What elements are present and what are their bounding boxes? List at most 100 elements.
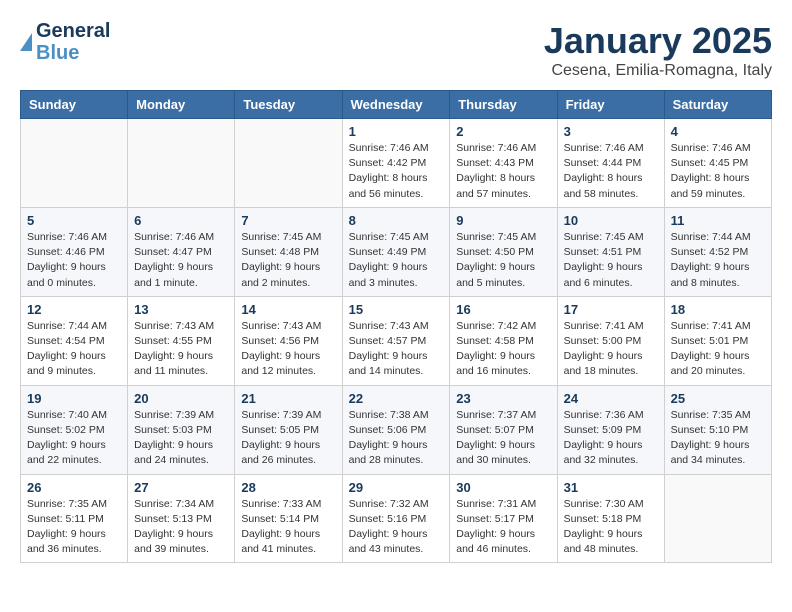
day-info: Sunrise: 7:43 AM Sunset: 4:57 PM Dayligh…	[349, 319, 444, 380]
day-number: 21	[241, 391, 335, 406]
day-info: Sunrise: 7:36 AM Sunset: 5:09 PM Dayligh…	[564, 408, 658, 469]
day-number: 15	[349, 302, 444, 317]
day-info: Sunrise: 7:35 AM Sunset: 5:11 PM Dayligh…	[27, 497, 121, 558]
day-number: 2	[456, 124, 550, 139]
calendar-cell: 4 Sunrise: 7:46 AM Sunset: 4:45 PM Daylig…	[664, 119, 771, 208]
day-info: Sunrise: 7:46 AM Sunset: 4:43 PM Dayligh…	[456, 141, 550, 202]
day-info: Sunrise: 7:31 AM Sunset: 5:17 PM Dayligh…	[456, 497, 550, 558]
day-number: 29	[349, 480, 444, 495]
day-info: Sunrise: 7:39 AM Sunset: 5:03 PM Dayligh…	[134, 408, 228, 469]
calendar-cell: 26Sunrise: 7:35 AM Sunset: 5:11 PM Dayli…	[21, 474, 128, 563]
logo-general: General	[36, 20, 110, 42]
calendar-cell: 16 Sunrise: 7:42 AM Sunset: 4:58 PM Dayli…	[450, 296, 557, 385]
calendar-cell: 15 Sunrise: 7:43 AM Sunset: 4:57 PM Dayli…	[342, 296, 450, 385]
calendar-cell: 17 Sunrise: 7:41 AM Sunset: 5:00 PM Dayli…	[557, 296, 664, 385]
day-number: 5	[27, 213, 121, 228]
calendar-cell	[235, 119, 342, 208]
day-number: 30	[456, 480, 550, 495]
calendar-cell: 22Sunrise: 7:38 AM Sunset: 5:06 PM Dayli…	[342, 385, 450, 474]
logo: General Blue	[20, 20, 110, 64]
day-number: 17	[564, 302, 658, 317]
calendar-cell: 23Sunrise: 7:37 AM Sunset: 5:07 PM Dayli…	[450, 385, 557, 474]
day-number: 11	[671, 213, 765, 228]
weekday-header-row: SundayMondayTuesdayWednesdayThursdayFrid…	[21, 91, 772, 119]
calendar-cell: 27 Sunrise: 7:34 AM Sunset: 5:13 PM Dayli…	[128, 474, 235, 563]
calendar-cell: 12Sunrise: 7:44 AM Sunset: 4:54 PM Dayli…	[21, 296, 128, 385]
calendar-cell: 21 Sunrise: 7:39 AM Sunset: 5:05 PM Dayli…	[235, 385, 342, 474]
calendar-cell: 7Sunrise: 7:45 AM Sunset: 4:48 PM Daylig…	[235, 207, 342, 296]
calendar-cell: 3Sunrise: 7:46 AM Sunset: 4:44 PM Daylig…	[557, 119, 664, 208]
day-number: 13	[134, 302, 228, 317]
calendar-cell: 11 Sunrise: 7:44 AM Sunset: 4:52 PM Dayli…	[664, 207, 771, 296]
title-section: January 2025 Cesena, Emilia-Romagna, Ita…	[544, 20, 772, 80]
day-info: Sunrise: 7:42 AM Sunset: 4:58 PM Dayligh…	[456, 319, 550, 380]
calendar-cell: 28 Sunrise: 7:33 AM Sunset: 5:14 PM Dayli…	[235, 474, 342, 563]
calendar-cell: 30 Sunrise: 7:31 AM Sunset: 5:17 PM Dayli…	[450, 474, 557, 563]
day-number: 25	[671, 391, 765, 406]
day-number: 6	[134, 213, 228, 228]
calendar-cell: 18Sunrise: 7:41 AM Sunset: 5:01 PM Dayli…	[664, 296, 771, 385]
day-info: Sunrise: 7:40 AM Sunset: 5:02 PM Dayligh…	[27, 408, 121, 469]
day-number: 24	[564, 391, 658, 406]
day-number: 31	[564, 480, 658, 495]
day-number: 7	[241, 213, 335, 228]
day-info: Sunrise: 7:34 AM Sunset: 5:13 PM Dayligh…	[134, 497, 228, 558]
calendar-cell	[128, 119, 235, 208]
logo-icon	[20, 33, 32, 51]
calendar-cell: 14 Sunrise: 7:43 AM Sunset: 4:56 PM Dayli…	[235, 296, 342, 385]
day-number: 27	[134, 480, 228, 495]
day-number: 3	[564, 124, 658, 139]
calendar-cell: 5 Sunrise: 7:46 AM Sunset: 4:46 PM Daylig…	[21, 207, 128, 296]
month-title: January 2025	[544, 20, 772, 62]
calendar-cell: 25 Sunrise: 7:35 AM Sunset: 5:10 PM Dayli…	[664, 385, 771, 474]
calendar: SundayMondayTuesdayWednesdayThursdayFrid…	[20, 90, 772, 563]
calendar-cell: 20Sunrise: 7:39 AM Sunset: 5:03 PM Dayli…	[128, 385, 235, 474]
day-info: Sunrise: 7:43 AM Sunset: 4:56 PM Dayligh…	[241, 319, 335, 380]
calendar-cell: 8Sunrise: 7:45 AM Sunset: 4:49 PM Daylig…	[342, 207, 450, 296]
calendar-cell: 6 Sunrise: 7:46 AM Sunset: 4:47 PM Daylig…	[128, 207, 235, 296]
day-info: Sunrise: 7:38 AM Sunset: 5:06 PM Dayligh…	[349, 408, 444, 469]
page-header: General Blue January 2025 Cesena, Emilia…	[20, 20, 772, 80]
weekday-sunday: Sunday	[21, 91, 128, 119]
day-number: 28	[241, 480, 335, 495]
calendar-cell	[664, 474, 771, 563]
day-number: 16	[456, 302, 550, 317]
day-number: 18	[671, 302, 765, 317]
day-number: 4	[671, 124, 765, 139]
day-info: Sunrise: 7:46 AM Sunset: 4:46 PM Dayligh…	[27, 230, 121, 291]
day-info: Sunrise: 7:44 AM Sunset: 4:54 PM Dayligh…	[27, 319, 121, 380]
day-info: Sunrise: 7:46 AM Sunset: 4:45 PM Dayligh…	[671, 141, 765, 202]
day-info: Sunrise: 7:46 AM Sunset: 4:42 PM Dayligh…	[349, 141, 444, 202]
calendar-cell: 19 Sunrise: 7:40 AM Sunset: 5:02 PM Dayli…	[21, 385, 128, 474]
day-info: Sunrise: 7:45 AM Sunset: 4:49 PM Dayligh…	[349, 230, 444, 291]
weekday-friday: Friday	[557, 91, 664, 119]
day-number: 1	[349, 124, 444, 139]
day-info: Sunrise: 7:39 AM Sunset: 5:05 PM Dayligh…	[241, 408, 335, 469]
day-info: Sunrise: 7:44 AM Sunset: 4:52 PM Dayligh…	[671, 230, 765, 291]
day-info: Sunrise: 7:41 AM Sunset: 5:00 PM Dayligh…	[564, 319, 658, 380]
week-row-3: 12Sunrise: 7:44 AM Sunset: 4:54 PM Dayli…	[21, 296, 772, 385]
calendar-cell: 29 Sunrise: 7:32 AM Sunset: 5:16 PM Dayli…	[342, 474, 450, 563]
calendar-cell: 10Sunrise: 7:45 AM Sunset: 4:51 PM Dayli…	[557, 207, 664, 296]
week-row-1: 1 Sunrise: 7:46 AM Sunset: 4:42 PM Daylig…	[21, 119, 772, 208]
day-info: Sunrise: 7:43 AM Sunset: 4:55 PM Dayligh…	[134, 319, 228, 380]
weekday-wednesday: Wednesday	[342, 91, 450, 119]
week-row-2: 5 Sunrise: 7:46 AM Sunset: 4:46 PM Daylig…	[21, 207, 772, 296]
day-info: Sunrise: 7:33 AM Sunset: 5:14 PM Dayligh…	[241, 497, 335, 558]
calendar-cell: 13 Sunrise: 7:43 AM Sunset: 4:55 PM Dayli…	[128, 296, 235, 385]
day-info: Sunrise: 7:30 AM Sunset: 5:18 PM Dayligh…	[564, 497, 658, 558]
calendar-header: SundayMondayTuesdayWednesdayThursdayFrid…	[21, 91, 772, 119]
day-info: Sunrise: 7:32 AM Sunset: 5:16 PM Dayligh…	[349, 497, 444, 558]
calendar-cell	[21, 119, 128, 208]
week-row-5: 26Sunrise: 7:35 AM Sunset: 5:11 PM Dayli…	[21, 474, 772, 563]
day-number: 14	[241, 302, 335, 317]
day-info: Sunrise: 7:46 AM Sunset: 4:47 PM Dayligh…	[134, 230, 228, 291]
week-row-4: 19 Sunrise: 7:40 AM Sunset: 5:02 PM Dayli…	[21, 385, 772, 474]
day-info: Sunrise: 7:35 AM Sunset: 5:10 PM Dayligh…	[671, 408, 765, 469]
day-number: 19	[27, 391, 121, 406]
weekday-tuesday: Tuesday	[235, 91, 342, 119]
calendar-cell: 9Sunrise: 7:45 AM Sunset: 4:50 PM Daylig…	[450, 207, 557, 296]
day-number: 9	[456, 213, 550, 228]
day-number: 23	[456, 391, 550, 406]
calendar-body: 1 Sunrise: 7:46 AM Sunset: 4:42 PM Daylig…	[21, 119, 772, 563]
